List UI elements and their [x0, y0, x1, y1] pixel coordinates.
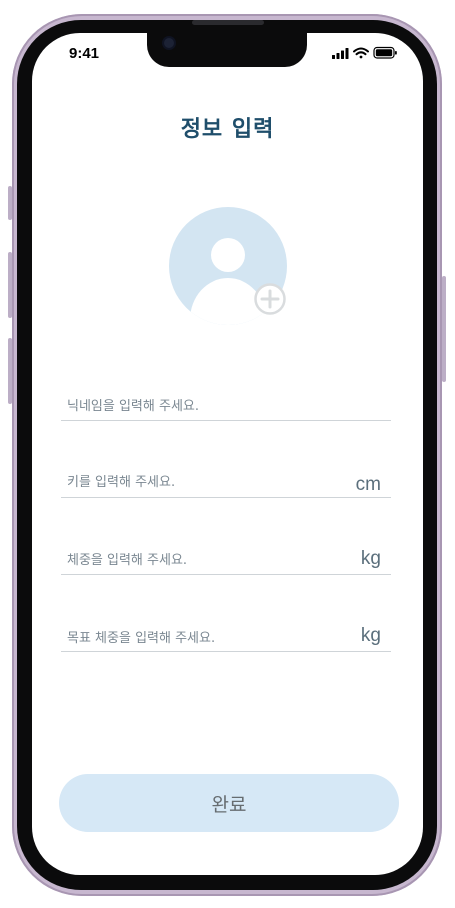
goal-weight-field[interactable]: 목표 체중을 입력해 주세요. kg — [61, 616, 391, 652]
nickname-field[interactable]: 닉네임을 입력해 주세요. — [61, 384, 391, 421]
plus-circle-icon[interactable] — [254, 283, 286, 315]
side-button — [8, 186, 12, 220]
status-time: 9:41 — [69, 45, 100, 62]
height-unit: cm — [355, 474, 381, 495]
height-field[interactable]: 키를 입력해 주세요. cm — [61, 462, 391, 498]
signal-icon — [332, 48, 349, 59]
battery-icon — [373, 46, 397, 59]
camera — [164, 38, 174, 48]
side-button — [8, 252, 12, 318]
status-icons — [332, 46, 397, 59]
wifi-icon — [353, 47, 369, 59]
weight-field[interactable]: 체중을 입력해 주세요. kg — [61, 540, 391, 575]
screen — [32, 33, 423, 875]
height-placeholder: 키를 입력해 주세요. — [67, 475, 176, 490]
nickname-placeholder: 닉네임을 입력해 주세요. — [67, 399, 199, 414]
page-title: 정보 입력 — [180, 117, 275, 142]
weight-unit: kg — [360, 548, 381, 569]
speaker — [192, 20, 264, 25]
side-button — [442, 276, 446, 382]
side-button — [8, 338, 12, 404]
goal-weight-placeholder: 목표 체중을 입력해 주세요. — [67, 631, 216, 646]
goal-weight-unit: kg — [360, 625, 381, 646]
done-button[interactable]: 완료 — [59, 774, 399, 832]
weight-placeholder: 체중을 입력해 주세요. — [67, 553, 188, 568]
